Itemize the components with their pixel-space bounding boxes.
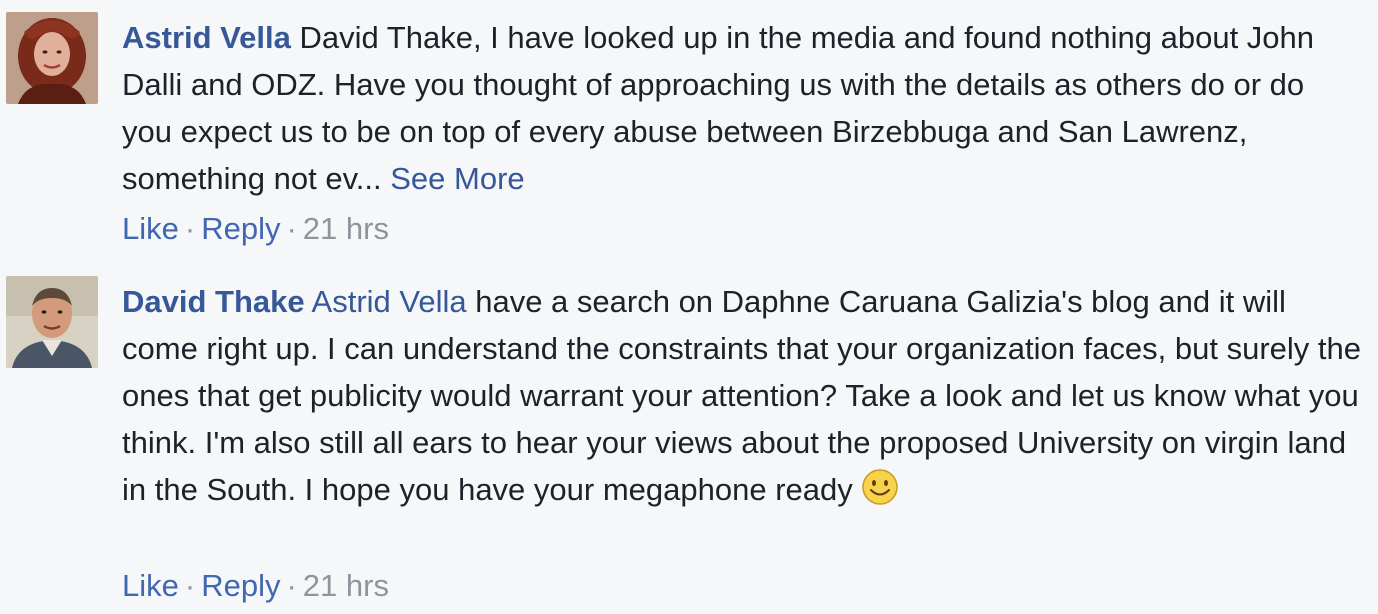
separator-dot: · (286, 568, 297, 603)
see-more-link[interactable]: See More (390, 161, 524, 196)
reply-link[interactable]: Reply (201, 211, 280, 246)
separator-dot: · (286, 211, 297, 246)
comment-author-link[interactable]: David Thake (122, 284, 305, 319)
separator-dot: · (184, 211, 196, 246)
comment-text: David Thake, I have looked up in the med… (122, 20, 1315, 196)
david-thake-avatar[interactable] (6, 276, 98, 368)
reply-link[interactable]: Reply (201, 568, 280, 603)
comment-actions: Like · Reply · 21 hrs (122, 566, 389, 606)
comment-timestamp[interactable]: 21 hrs (303, 211, 389, 246)
comment-author-link[interactable]: Astrid Vella (122, 20, 291, 55)
smiley-emoji-icon (861, 468, 899, 506)
separator-dot: · (184, 568, 196, 603)
comment-body: Astrid Vella David Thake, I have looked … (122, 14, 1362, 202)
comment-body: David Thake Astrid Vella have a search o… (122, 278, 1362, 513)
like-link[interactable]: Like (122, 211, 179, 246)
comment-timestamp[interactable]: 21 hrs (303, 568, 389, 603)
astrid-vella-avatar[interactable] (6, 12, 98, 104)
comment-actions: Like · Reply · 21 hrs (122, 209, 389, 249)
comment-text: have a search on Daphne Caruana Galizia'… (122, 284, 1361, 507)
mention-link[interactable]: Astrid Vella (312, 284, 467, 319)
like-link[interactable]: Like (122, 568, 179, 603)
